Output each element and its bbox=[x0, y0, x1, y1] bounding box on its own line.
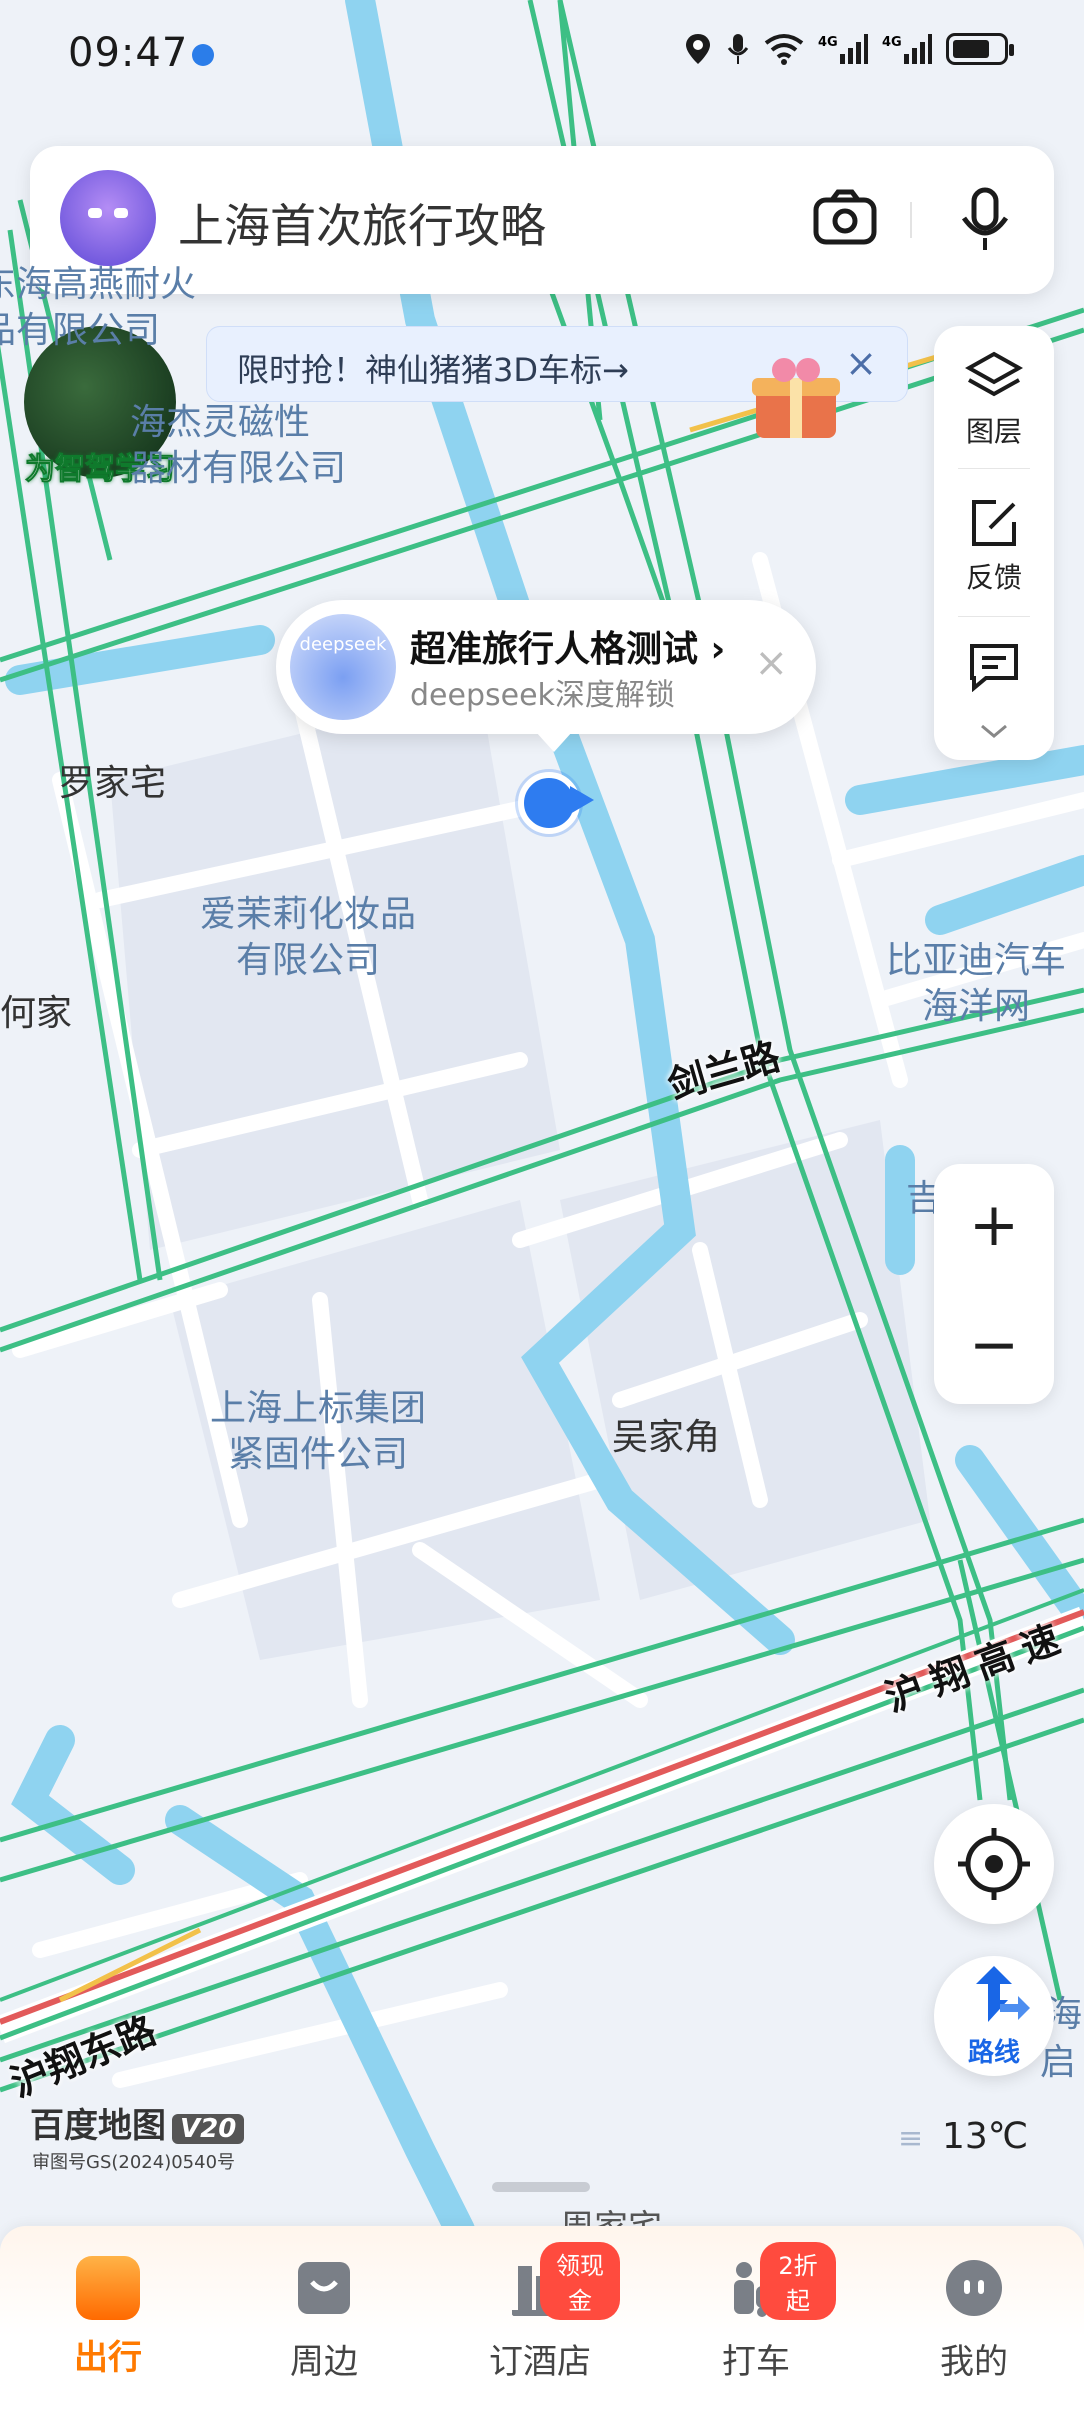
message-icon bbox=[970, 644, 1018, 693]
tab-label: 周边 bbox=[290, 2342, 358, 2382]
weather-temp: 13℃ bbox=[942, 2116, 1029, 2157]
status-bar: 09:47 4G 4G bbox=[0, 0, 1084, 110]
place-label-line: 东海高燕耐火 bbox=[0, 264, 197, 305]
feedback-button[interactable]: 反馈 bbox=[934, 496, 1054, 596]
zoom-in-button[interactable]: + bbox=[934, 1190, 1054, 1260]
drag-handle[interactable] bbox=[492, 2182, 590, 2192]
deepseek-logo-text: deepseek bbox=[299, 634, 387, 655]
tab-label: 打车 bbox=[722, 2342, 790, 2382]
tab-badge: 领现金 bbox=[540, 2242, 620, 2320]
place-label-line: 品有限公司 bbox=[0, 310, 161, 351]
place-label[interactable]: 上海上标集团 紧固件公司 bbox=[210, 1386, 426, 1478]
heading-arrow-icon bbox=[570, 786, 594, 814]
fog-icon: ≡ bbox=[898, 2121, 924, 2156]
messages-button[interactable] bbox=[934, 640, 1054, 696]
feedback-edit-icon bbox=[972, 500, 1016, 546]
route-arrow-icon bbox=[976, 1966, 1030, 2022]
place-label-line: 器材有限公司 bbox=[130, 448, 347, 489]
map-tools-panel: 图层 反馈 bbox=[934, 326, 1054, 760]
zoom-control: + − bbox=[934, 1164, 1054, 1404]
tab-badge: 2折起 bbox=[760, 2242, 836, 2320]
place-label[interactable]: 罗家宅 bbox=[58, 754, 166, 806]
4g-signal-icon: 4G bbox=[882, 34, 932, 64]
banner-text[interactable]: 限时抢！神仙猪猪3D车标→ bbox=[237, 345, 629, 391]
place-label[interactable]: 比亚迪汽车 海洋网 bbox=[886, 938, 1066, 1030]
status-icons: 4G 4G bbox=[684, 32, 1014, 66]
tab-label: 出行 bbox=[74, 2338, 142, 2378]
route-button[interactable]: 路线 bbox=[934, 1956, 1054, 2076]
camera-icon[interactable] bbox=[810, 186, 880, 250]
place-label[interactable]: 爱茉莉化妆品 有限公司 bbox=[200, 892, 416, 984]
bottom-tab-bar: 出行 周边 领现金 订酒店 2折起 打车 我的 bbox=[0, 2226, 1084, 2412]
search-input[interactable]: 上海首次旅行攻略 bbox=[178, 190, 546, 256]
place-label[interactable]: 吴家角 bbox=[612, 1408, 720, 1460]
tab-mine[interactable]: 我的 bbox=[894, 2256, 1054, 2383]
svg-text:4G: 4G bbox=[818, 35, 838, 50]
wifi-icon bbox=[764, 34, 804, 65]
place-label[interactable]: 东海高燕耐火 品有限公司 bbox=[0, 262, 196, 354]
gift-box-icon[interactable] bbox=[746, 348, 846, 448]
status-time: 09:47 bbox=[68, 30, 189, 76]
layers-label: 图层 bbox=[965, 415, 1022, 448]
search-divider bbox=[910, 202, 912, 238]
location-icon bbox=[686, 34, 710, 64]
layers-icon bbox=[964, 351, 1024, 397]
chevron-down-icon bbox=[981, 724, 1007, 738]
locate-me-button[interactable] bbox=[934, 1804, 1054, 1924]
tab-label: 我的 bbox=[940, 2342, 1008, 2382]
weather-indicator[interactable]: ≡ 13℃ bbox=[898, 2116, 1028, 2157]
popup-subtitle: deepseek深度解锁 bbox=[410, 678, 675, 713]
voice-search-icon[interactable] bbox=[950, 184, 1020, 254]
tab-label: 订酒店 bbox=[489, 2342, 591, 2382]
feedback-label: 反馈 bbox=[965, 561, 1022, 594]
map-approval-number: 审图号GS(2024)0540号 bbox=[32, 2152, 236, 2173]
banner-close-icon[interactable]: × bbox=[845, 341, 877, 385]
place-label[interactable]: 海杰灵磁性 器材有限公司 bbox=[130, 400, 346, 492]
crosshair-icon bbox=[958, 1828, 1030, 1900]
place-label-line: 海洋网 bbox=[922, 986, 1031, 1027]
place-label-line: 海杰灵磁性 bbox=[130, 402, 311, 443]
deepseek-popup[interactable]: deepseek 超准旅行人格测试 › deepseek深度解锁 × bbox=[276, 600, 816, 752]
brand-name: 百度地图 bbox=[30, 2106, 166, 2146]
popup-title[interactable]: 超准旅行人格测试 › bbox=[410, 620, 725, 672]
mic-icon bbox=[727, 34, 749, 64]
brand-version: V20 bbox=[172, 2114, 245, 2144]
place-label-line: 比亚迪汽车 bbox=[886, 940, 1067, 981]
layers-button[interactable]: 图层 bbox=[934, 350, 1054, 450]
expand-tools-button[interactable] bbox=[934, 720, 1054, 746]
place-label[interactable]: 何家 bbox=[0, 984, 72, 1036]
place-label-line: 紧固件公司 bbox=[228, 1434, 409, 1475]
place-label-line: 上海上标集团 bbox=[210, 1388, 427, 1429]
baidu-map-logo: 百度地图 V20 bbox=[30, 2098, 245, 2147]
4g-signal-icon: 4G bbox=[818, 34, 868, 64]
notification-dot-icon bbox=[192, 44, 214, 66]
tab-taxi[interactable]: 2折起 打车 bbox=[676, 2242, 836, 2383]
place-label-line: 有限公司 bbox=[236, 940, 381, 981]
svg-text:4G: 4G bbox=[882, 35, 902, 50]
deepseek-whale-icon: deepseek bbox=[290, 614, 396, 720]
assistant-avatar-icon[interactable] bbox=[60, 170, 156, 266]
route-label: 路线 bbox=[967, 2038, 1020, 2068]
travel-icon bbox=[76, 2256, 140, 2320]
place-label-line: 爱茉莉化妆品 bbox=[200, 894, 417, 935]
profile-icon bbox=[946, 2260, 1002, 2316]
tab-nearby[interactable]: 周边 bbox=[244, 2256, 404, 2383]
tab-travel[interactable]: 出行 bbox=[28, 2256, 188, 2379]
tab-hotel[interactable]: 领现金 订酒店 bbox=[460, 2242, 620, 2383]
battery-icon bbox=[946, 33, 1014, 65]
bag-icon bbox=[298, 2262, 350, 2314]
zoom-out-button[interactable]: − bbox=[934, 1310, 1054, 1380]
popup-close-icon[interactable]: × bbox=[754, 640, 788, 686]
